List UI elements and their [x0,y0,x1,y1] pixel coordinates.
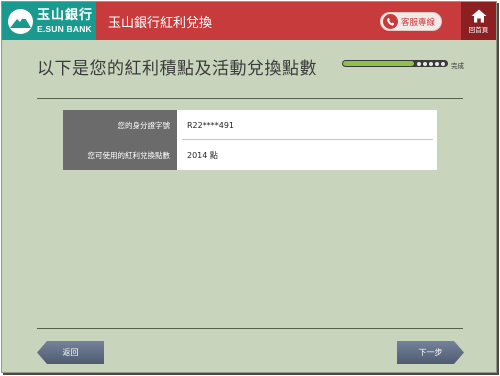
back-button[interactable]: 返回 [37,341,104,364]
progress-label: 完成 [451,62,464,70]
back-label: 返回 [62,348,79,357]
page-title: 以下是您的紅利積點及活動兌換點數 [37,59,317,79]
progress-dot [417,61,421,66]
header-bar: 玉山銀行 E.SUN BANK 玉山銀行紅利兌換 客服專線 回首頁 [2,2,496,40]
progress-dot [423,61,427,66]
id-number-value: R22****491 [187,120,235,130]
progress-dot [441,61,445,66]
divider [37,328,463,329]
progress-dot [429,61,433,66]
logo-chinese-text: 玉山銀行 [37,7,94,23]
home-button[interactable]: 回首頁 [461,2,496,40]
next-button[interactable]: 下一步 [397,341,464,364]
divider [37,98,463,99]
points-info-table: 您的身分證字號 R22****491 您可使用的紅利兌換點數 2014 點 [63,110,437,170]
esun-logo: 玉山銀行 E.SUN BANK [2,2,96,40]
customer-service-label: 客服專線 [401,17,436,28]
home-label: 回首頁 [468,25,489,34]
progress-dot [435,61,439,66]
progress-bar [342,60,448,67]
available-points-value: 2014 點 [187,150,218,160]
next-label: 下一步 [418,348,443,357]
mountain-logo-icon [8,8,33,34]
progress-dots [417,61,445,66]
id-number-row: 您的身分證字號 R22****491 [63,110,437,140]
id-number-label: 您的身分證字號 [63,110,177,140]
available-points-label: 您可使用的紅利兌換點數 [63,140,177,170]
available-points-row: 您可使用的紅利兌換點數 2014 點 [63,140,437,170]
kiosk-window: 玉山銀行 E.SUN BANK 玉山銀行紅利兌換 客服專線 回首頁 以下是您的紅… [1,1,497,373]
progress-fill [343,61,414,66]
phone-icon [383,14,398,29]
logo-english-text: E.SUN BANK [37,23,92,34]
customer-service-button[interactable]: 客服專線 [380,12,442,31]
home-icon [471,9,486,22]
